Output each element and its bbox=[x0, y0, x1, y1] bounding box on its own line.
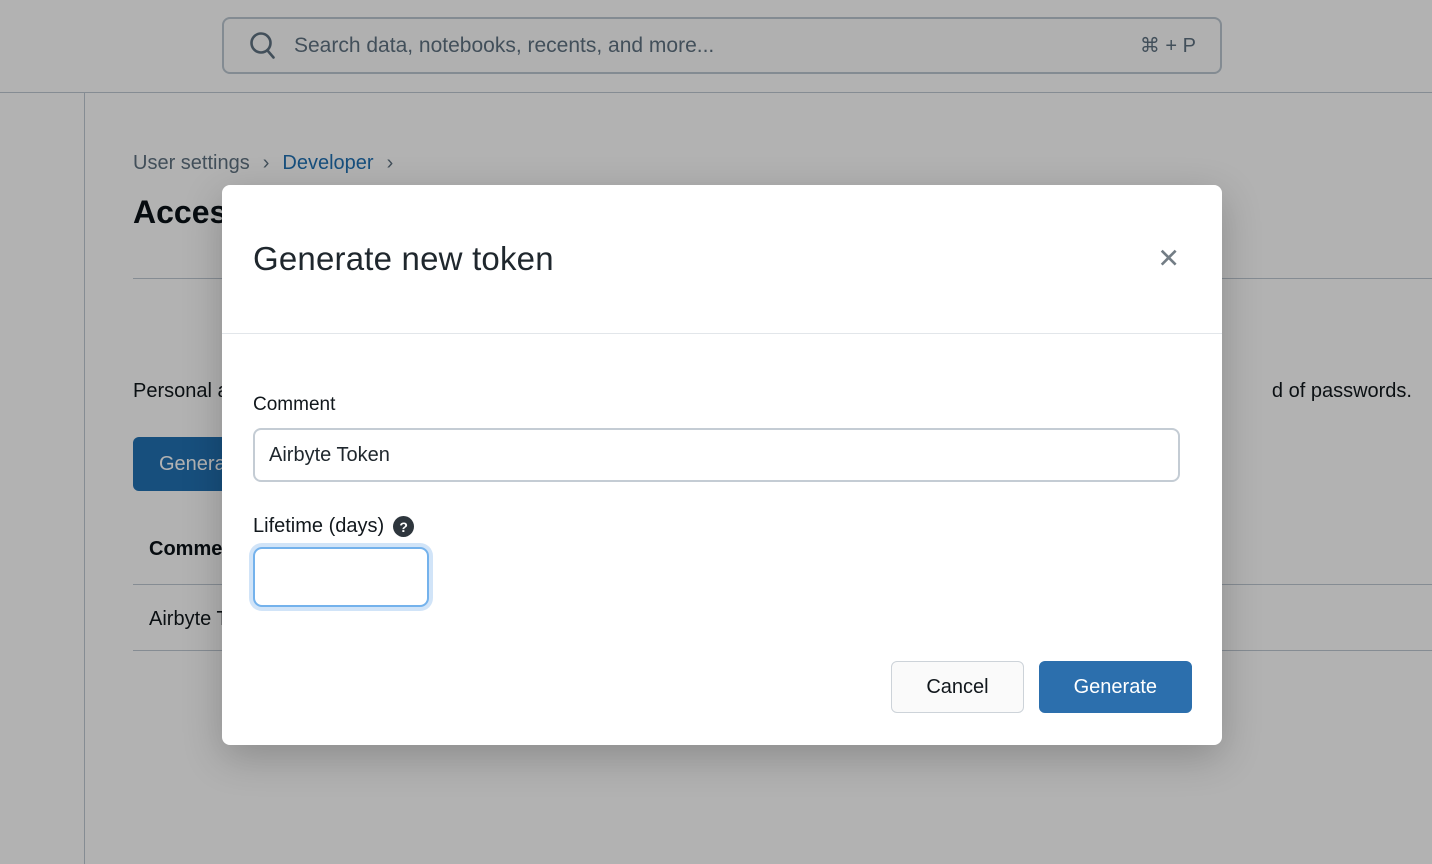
app-window: Search data, notebooks, recents, and mor… bbox=[0, 0, 1432, 864]
generate-token-dialog: Generate new token ✕ Comment Lifetime (d… bbox=[222, 185, 1222, 745]
lifetime-label-row: Lifetime (days) ? bbox=[253, 515, 1180, 538]
cancel-button[interactable]: Cancel bbox=[891, 661, 1023, 713]
dialog-title: Generate new token bbox=[253, 240, 554, 278]
comment-field[interactable] bbox=[253, 428, 1180, 482]
close-icon[interactable]: ✕ bbox=[1153, 242, 1184, 277]
generate-button[interactable]: Generate bbox=[1039, 661, 1192, 713]
help-icon[interactable]: ? bbox=[393, 516, 414, 537]
comment-label: Comment bbox=[253, 394, 1180, 416]
lifetime-field[interactable] bbox=[253, 547, 429, 607]
dialog-footer: Cancel Generate bbox=[891, 661, 1192, 713]
lifetime-label: Lifetime (days) bbox=[253, 515, 384, 538]
dialog-header: Generate new token ✕ bbox=[222, 185, 1222, 334]
dialog-body: Comment Lifetime (days) ? bbox=[222, 334, 1222, 607]
